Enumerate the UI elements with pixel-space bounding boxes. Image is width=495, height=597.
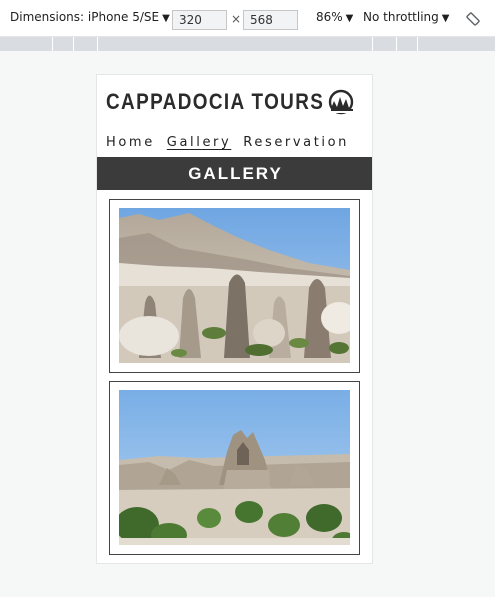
device-dimensions-label: Dimensions: iPhone 5/SE xyxy=(10,10,160,24)
nav-reservation[interactable]: Reservation xyxy=(243,135,349,150)
device-viewport: CAPPADOCIA TOURS Home Gallery Reservation … xyxy=(96,74,373,564)
zoom-label: 86% xyxy=(316,10,343,24)
ruler-tick xyxy=(372,37,373,51)
fairy-chimney-logo-icon xyxy=(328,89,356,115)
media-query-bar[interactable] xyxy=(0,37,495,51)
ruler-tick xyxy=(417,37,418,51)
rotate-icon[interactable] xyxy=(466,12,480,26)
caret-down-icon: ▼ xyxy=(345,13,354,24)
gallery-photo-fairy-chimneys xyxy=(119,208,350,363)
caret-down-icon: ▼ xyxy=(162,13,170,24)
section-title: GALLERY xyxy=(97,157,372,190)
ruler-tick xyxy=(97,37,98,51)
nav-home[interactable]: Home xyxy=(106,135,155,150)
device-toolbar: Dimensions: iPhone 5/SE ▼ 320 × 568 86% ▼ … xyxy=(0,0,495,37)
device-dimensions-select[interactable]: Dimensions: iPhone 5/SE ▼ xyxy=(10,10,170,24)
throttling-label: No throttling xyxy=(363,10,439,24)
site-brand[interactable]: CAPPADOCIA TOURS xyxy=(106,89,324,115)
ruler-tick xyxy=(52,37,53,51)
zoom-select[interactable]: 86% ▼ xyxy=(316,10,353,24)
ruler-tick xyxy=(73,37,74,51)
main-nav: Home Gallery Reservation xyxy=(106,135,361,150)
viewport-height-input[interactable]: 568 xyxy=(243,10,298,30)
gallery-photo-card[interactable] xyxy=(109,381,360,555)
gallery-photo-rock-castle xyxy=(119,390,350,545)
nav-gallery[interactable]: Gallery xyxy=(167,135,232,150)
viewport-width-input[interactable]: 320 xyxy=(172,10,227,30)
caret-down-icon: ▼ xyxy=(441,13,450,24)
dimension-separator: × xyxy=(231,12,242,26)
ruler-tick xyxy=(396,37,397,51)
gallery-photo-card[interactable] xyxy=(109,199,360,373)
throttling-select[interactable]: No throttling ▼ xyxy=(363,10,449,24)
